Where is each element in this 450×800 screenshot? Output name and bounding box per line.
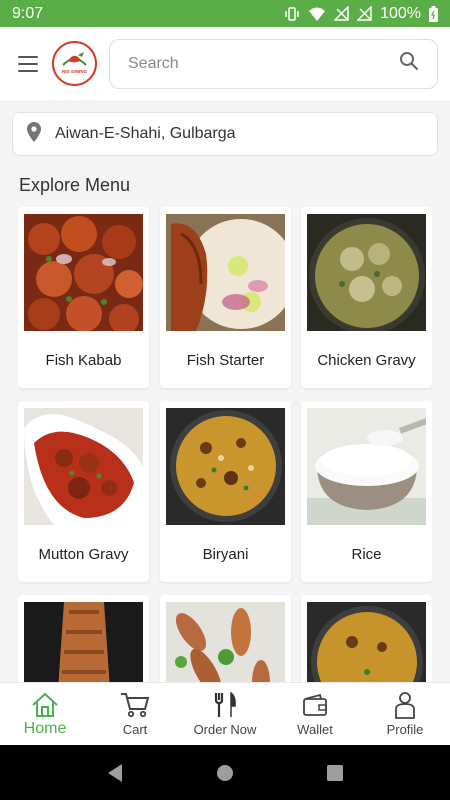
nav-label: Home xyxy=(23,720,67,737)
nav-cart[interactable]: Cart xyxy=(90,683,180,745)
hamburger-menu-icon[interactable] xyxy=(18,55,38,72)
profile-icon xyxy=(394,691,416,719)
cart-icon xyxy=(120,691,150,719)
menu-card-fish-kabab[interactable]: Fish Kabab xyxy=(18,207,149,388)
battery-icon xyxy=(429,5,438,22)
food-image xyxy=(24,214,143,331)
status-time: 9:07 xyxy=(12,4,44,22)
back-icon[interactable] xyxy=(95,753,135,793)
vibrate-icon xyxy=(284,6,300,22)
search-icon[interactable] xyxy=(399,51,419,76)
menu-card-shawarma[interactable] xyxy=(18,595,149,682)
menu-card-label: Mutton Gravy xyxy=(38,545,129,563)
nav-label: Wallet xyxy=(297,722,333,737)
search-input[interactable] xyxy=(128,54,399,73)
home-circle-icon[interactable] xyxy=(205,753,245,793)
food-image xyxy=(24,408,143,525)
signal-icon-2 xyxy=(357,6,372,21)
menu-card-rice[interactable]: Rice xyxy=(301,401,432,582)
home-icon xyxy=(31,691,59,719)
status-icons: 100% xyxy=(284,5,438,23)
location-pin-icon xyxy=(27,121,41,147)
location-text: Aiwan-E-Shahi, Gulbarga xyxy=(55,125,236,142)
location-selector[interactable]: Aiwan-E-Shahi, Gulbarga xyxy=(12,112,438,156)
menu-card-mutton-gravy[interactable]: Mutton Gravy xyxy=(18,401,149,582)
wallet-icon xyxy=(302,691,328,719)
battery-level: 100% xyxy=(380,4,421,22)
recents-icon[interactable] xyxy=(315,753,355,793)
menu-card-label: Fish Starter xyxy=(186,351,265,369)
menu-card-chicken-gravy[interactable]: Chicken Gravy xyxy=(301,207,432,388)
menu-card-fish-starter[interactable]: Fish Starter xyxy=(160,207,291,388)
system-nav-bar xyxy=(0,745,450,800)
menu-card-label: Chicken Gravy xyxy=(317,351,416,369)
app-logo[interactable]: RIG DINING xyxy=(52,41,97,86)
food-image xyxy=(24,602,143,682)
bottom-nav: Home Cart Order Now Wallet Profile xyxy=(0,682,450,745)
app-header: RIG DINING xyxy=(0,27,450,100)
food-image xyxy=(307,214,426,331)
svg-text:RIG DINING: RIG DINING xyxy=(62,69,88,74)
menu-card-biryani[interactable]: Biryani xyxy=(160,401,291,582)
fork-knife-icon xyxy=(213,691,237,719)
signal-icon xyxy=(334,6,349,21)
menu-card-label: Biryani xyxy=(202,545,249,563)
food-image xyxy=(307,602,426,682)
search-box[interactable] xyxy=(109,38,438,89)
nav-label: Profile xyxy=(386,722,424,737)
wifi-icon xyxy=(308,6,326,22)
menu-card-biryani-2[interactable] xyxy=(301,595,432,682)
menu-card-label: Rice xyxy=(351,545,382,563)
food-image xyxy=(307,408,426,525)
food-image xyxy=(166,602,285,682)
food-image xyxy=(166,408,285,525)
menu-grid: Fish Kabab Fish Starter Chicken Gravy Mu… xyxy=(18,207,432,682)
nav-profile[interactable]: Profile xyxy=(360,683,450,745)
nav-wallet[interactable]: Wallet xyxy=(270,683,360,745)
menu-card-kabab[interactable] xyxy=(160,595,291,682)
status-bar: 9:07 100% xyxy=(0,0,450,27)
nav-label: Order Now xyxy=(193,722,257,737)
nav-label: Cart xyxy=(122,722,148,737)
nav-order-now[interactable]: Order Now xyxy=(180,683,270,745)
nav-home[interactable]: Home xyxy=(0,683,90,745)
menu-card-label: Fish Kabab xyxy=(45,351,122,369)
food-image xyxy=(166,214,285,331)
section-title: Explore Menu xyxy=(19,175,131,195)
